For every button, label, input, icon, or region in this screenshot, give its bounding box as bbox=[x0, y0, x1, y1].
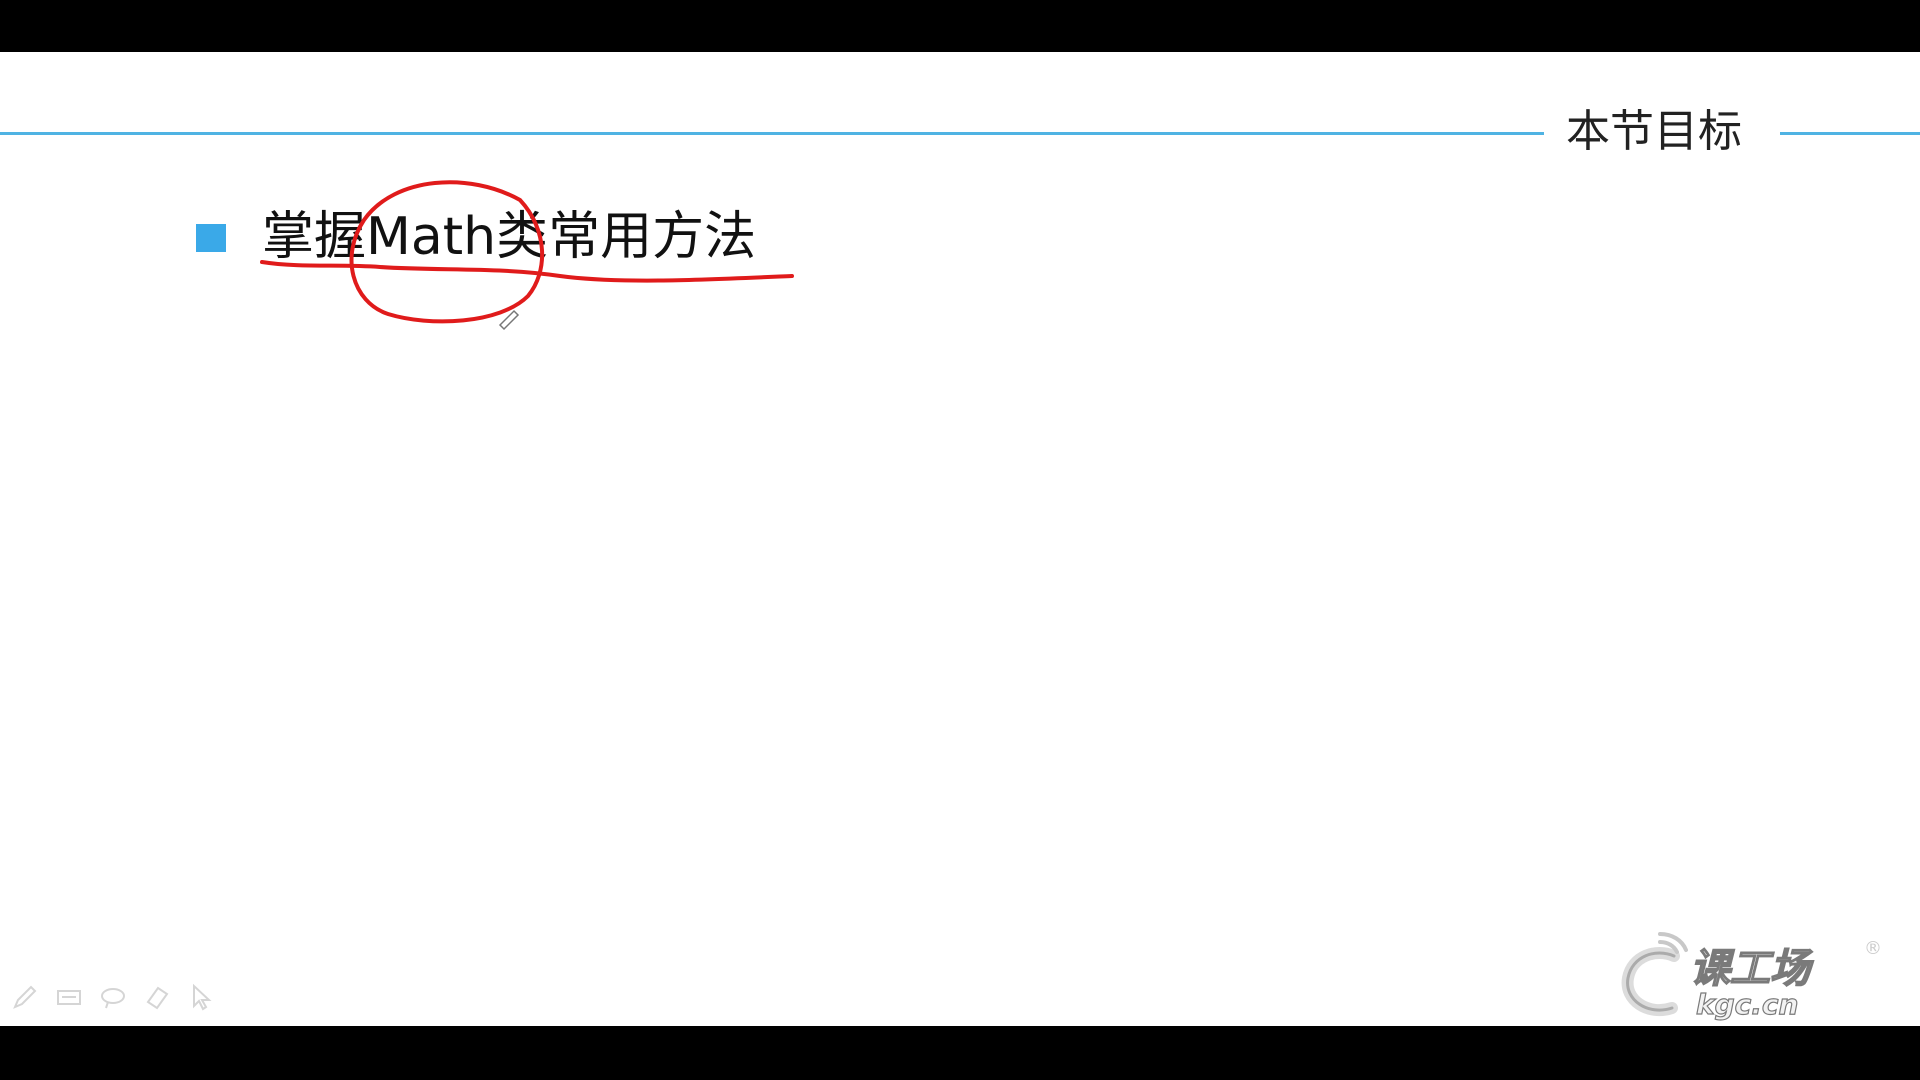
bullet-text: 掌握Math类常用方法 bbox=[262, 207, 757, 267]
title-rule-right bbox=[1780, 132, 1920, 135]
eraser-icon[interactable] bbox=[142, 982, 172, 1012]
kgc-logo: 课工场 kgc.cn ® bbox=[1621, 932, 1882, 1022]
highlighter-icon[interactable] bbox=[54, 982, 84, 1012]
video-letterbox-bottom bbox=[0, 1026, 1920, 1080]
bullet-square-icon bbox=[196, 224, 226, 252]
presentation-slide: 本节目标 掌握Math类常用方法 课工场 kgc.cn ® bbox=[0, 52, 1920, 1026]
pen-icon[interactable] bbox=[10, 982, 40, 1012]
lasso-icon[interactable] bbox=[98, 982, 128, 1012]
pointer-arrow-icon[interactable] bbox=[186, 982, 216, 1012]
logo-text: 课工场 bbox=[1690, 946, 1814, 992]
registered-mark: ® bbox=[1864, 938, 1882, 959]
annotation-toolbar bbox=[10, 982, 216, 1012]
video-letterbox-top bbox=[0, 0, 1920, 52]
pen-cursor-icon bbox=[498, 309, 520, 331]
title-rule-left bbox=[0, 132, 1544, 135]
logo-domain: kgc.cn bbox=[1696, 988, 1798, 1021]
ink-annotation-layer bbox=[260, 180, 794, 331]
section-title: 本节目标 bbox=[1566, 106, 1742, 157]
signal-c-icon bbox=[1621, 932, 1688, 1016]
